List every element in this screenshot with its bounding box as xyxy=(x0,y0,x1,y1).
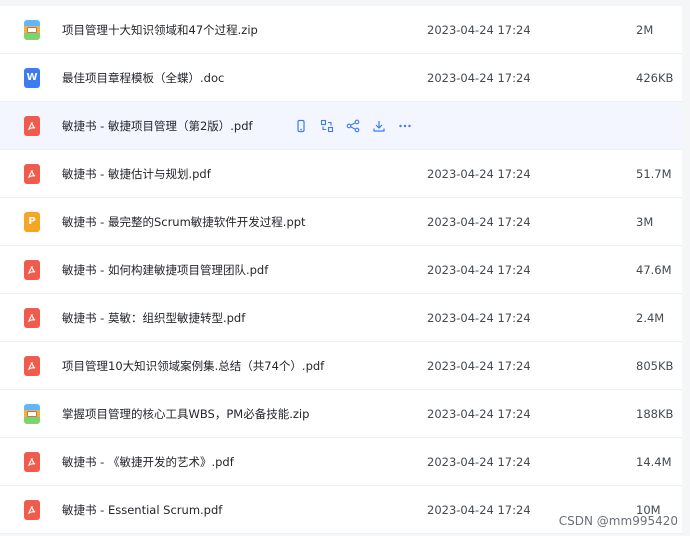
file-name[interactable]: 项目管理10大知识领域案例集.总结（共74个）.pdf xyxy=(62,358,324,374)
row-actions xyxy=(293,118,413,134)
download-icon[interactable] xyxy=(371,118,387,134)
file-date: 2023-04-24 17:24 xyxy=(427,262,531,277)
file-row[interactable]: 敏捷书 - 如何构建敏捷项目管理团队.pdf 2023-04-24 17:24 … xyxy=(0,246,682,294)
zip-file-icon xyxy=(24,20,40,40)
file-size: 2.4M xyxy=(636,310,665,325)
share-icon[interactable] xyxy=(345,118,361,134)
transfer-icon[interactable] xyxy=(319,118,335,134)
file-name[interactable]: 最佳项目章程模板（全蝶）.doc xyxy=(62,70,224,86)
pdf-file-icon xyxy=(24,308,40,328)
file-date: 2023-04-24 17:24 xyxy=(427,310,531,325)
word-file-icon: W xyxy=(24,68,40,88)
file-row-hovered[interactable]: 敏捷书 - 敏捷项目管理（第2版）.pdf xyxy=(0,102,682,150)
file-size: 805KB xyxy=(636,358,674,373)
ppt-file-icon: P xyxy=(24,212,40,232)
file-row[interactable]: 项目管理10大知识领域案例集.总结（共74个）.pdf 2023-04-24 1… xyxy=(0,342,682,390)
zip-file-icon xyxy=(24,404,40,424)
file-name[interactable]: 敏捷书 - 《敏捷开发的艺术》.pdf xyxy=(62,454,234,470)
file-size: 51.7M xyxy=(636,166,672,181)
file-name[interactable]: 敏捷书 - 敏捷项目管理（第2版）.pdf xyxy=(62,118,253,134)
file-date: 2023-04-24 17:24 xyxy=(427,502,531,517)
file-date: 2023-04-24 17:24 xyxy=(427,214,531,229)
file-name[interactable]: 敏捷书 - 敏捷估计与规划.pdf xyxy=(62,166,211,182)
file-row[interactable]: P 敏捷书 - 最完整的Scrum敏捷软件开发过程.ppt 2023-04-24… xyxy=(0,198,682,246)
pdf-file-icon xyxy=(24,164,40,184)
more-icon[interactable] xyxy=(397,118,413,134)
file-name[interactable]: 掌握项目管理的核心工具WBS，PM必备技能.zip xyxy=(62,406,309,422)
file-date: 2023-04-24 17:24 xyxy=(427,70,531,85)
file-list: 项目管理十大知识领域和47个过程.zip 2023-04-24 17:24 2M… xyxy=(0,6,682,534)
pdf-file-icon xyxy=(24,260,40,280)
file-date: 2023-04-24 17:24 xyxy=(427,22,531,37)
file-size: 14.4M xyxy=(636,454,672,469)
file-size: 188KB xyxy=(636,406,674,421)
file-name[interactable]: 项目管理十大知识领域和47个过程.zip xyxy=(62,22,258,38)
pdf-file-icon xyxy=(24,452,40,472)
file-name[interactable]: 敏捷书 - 如何构建敏捷项目管理团队.pdf xyxy=(62,262,268,278)
file-size: 47.6M xyxy=(636,262,672,277)
file-row[interactable]: 敏捷书 - 《敏捷开发的艺术》.pdf 2023-04-24 17:24 14.… xyxy=(0,438,682,486)
file-name[interactable]: 敏捷书 - 莫敏：组织型敏捷转型.pdf xyxy=(62,310,245,326)
watermark: CSDN @mm995420 xyxy=(558,514,678,528)
file-name[interactable]: 敏捷书 - Essential Scrum.pdf xyxy=(62,502,222,518)
file-row[interactable]: 项目管理十大知识领域和47个过程.zip 2023-04-24 17:24 2M xyxy=(0,6,682,54)
file-size: 2M xyxy=(636,22,654,37)
pdf-file-icon xyxy=(24,500,40,520)
pdf-file-icon xyxy=(24,356,40,376)
file-name[interactable]: 敏捷书 - 最完整的Scrum敏捷软件开发过程.ppt xyxy=(62,214,306,230)
file-date: 2023-04-24 17:24 xyxy=(427,406,531,421)
file-size: 3M xyxy=(636,214,654,229)
file-row[interactable]: 敏捷书 - 敏捷估计与规划.pdf 2023-04-24 17:24 51.7M xyxy=(0,150,682,198)
pdf-file-icon xyxy=(24,116,40,136)
file-date: 2023-04-24 17:24 xyxy=(427,454,531,469)
file-date: 2023-04-24 17:24 xyxy=(427,166,531,181)
file-row[interactable]: 掌握项目管理的核心工具WBS，PM必备技能.zip 2023-04-24 17:… xyxy=(0,390,682,438)
file-row[interactable]: 敏捷书 - 莫敏：组织型敏捷转型.pdf 2023-04-24 17:24 2.… xyxy=(0,294,682,342)
file-row[interactable]: W 最佳项目章程模板（全蝶）.doc 2023-04-24 17:24 426K… xyxy=(0,54,682,102)
file-size: 426KB xyxy=(636,70,674,85)
file-date: 2023-04-24 17:24 xyxy=(427,358,531,373)
phone-icon[interactable] xyxy=(293,118,309,134)
